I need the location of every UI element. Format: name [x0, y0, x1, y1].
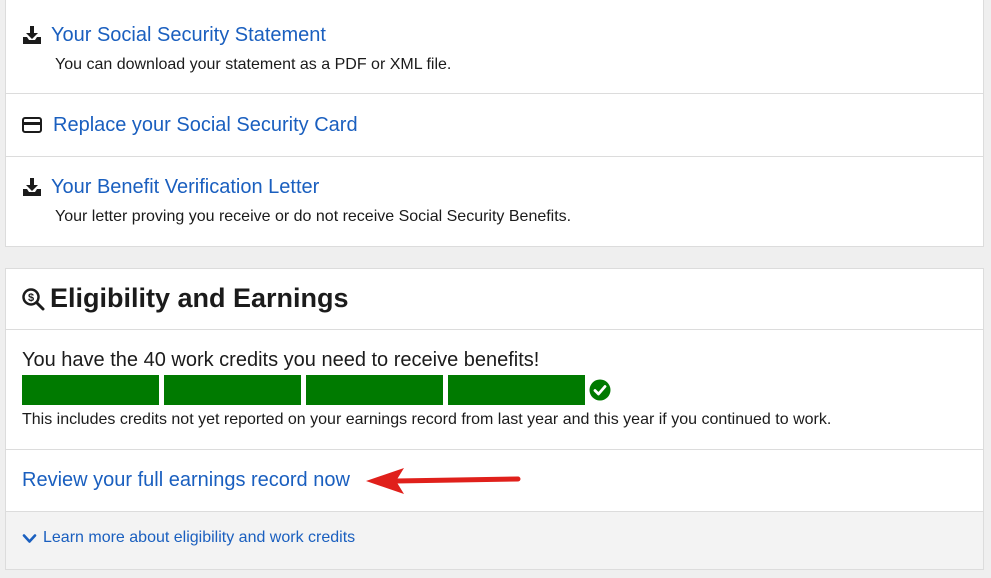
- credit-bar-segment: [306, 375, 443, 405]
- learn-more-toggle[interactable]: Learn more about eligibility and work cr…: [22, 529, 355, 547]
- document-row-card: Replace your Social Security Card: [6, 94, 983, 157]
- eligibility-card: $ Eligibility and Earnings You have the …: [5, 268, 984, 570]
- learn-more-section: Learn more about eligibility and work cr…: [6, 512, 983, 569]
- document-row-statement: Your Social Security Statement You can d…: [6, 0, 983, 94]
- benefit-letter-description: Your letter proving you receive or do no…: [55, 208, 572, 225]
- red-arrow-annotation: [366, 468, 521, 494]
- statement-link[interactable]: Your Social Security Statement: [51, 24, 326, 47]
- credits-progress-bar: [22, 375, 585, 405]
- review-section: Review your full earnings record now: [6, 449, 983, 512]
- document-row-letter: Your Benefit Verification Letter Your le…: [6, 157, 983, 246]
- credits-note: This includes credits not yet reported o…: [22, 411, 832, 428]
- download-icon: [23, 26, 41, 44]
- svg-text:$: $: [28, 292, 34, 304]
- chevron-down-icon: [22, 533, 37, 543]
- eligibility-header: $ Eligibility and Earnings: [6, 269, 983, 330]
- benefit-letter-link[interactable]: Your Benefit Verification Letter: [51, 176, 319, 199]
- credit-bar-segment: [164, 375, 301, 405]
- credits-section: You have the 40 work credits you need to…: [6, 329, 983, 450]
- search-dollar-icon: $: [22, 288, 45, 311]
- review-earnings-link[interactable]: Review your full earnings record now: [22, 469, 350, 492]
- credits-message: You have the 40 work credits you need to…: [22, 349, 540, 371]
- documents-card: Your Social Security Statement You can d…: [5, 0, 984, 247]
- eligibility-title: Eligibility and Earnings: [50, 283, 349, 313]
- credit-bar-segment: [448, 375, 585, 405]
- credit-card-icon: [22, 117, 42, 133]
- download-icon: [23, 178, 41, 196]
- credit-bar-segment: [22, 375, 159, 405]
- statement-description: You can download your statement as a PDF…: [55, 56, 452, 73]
- replace-card-link[interactable]: Replace your Social Security Card: [53, 114, 358, 137]
- check-circle-icon: [589, 379, 611, 401]
- learn-more-label: Learn more about eligibility and work cr…: [43, 529, 356, 546]
